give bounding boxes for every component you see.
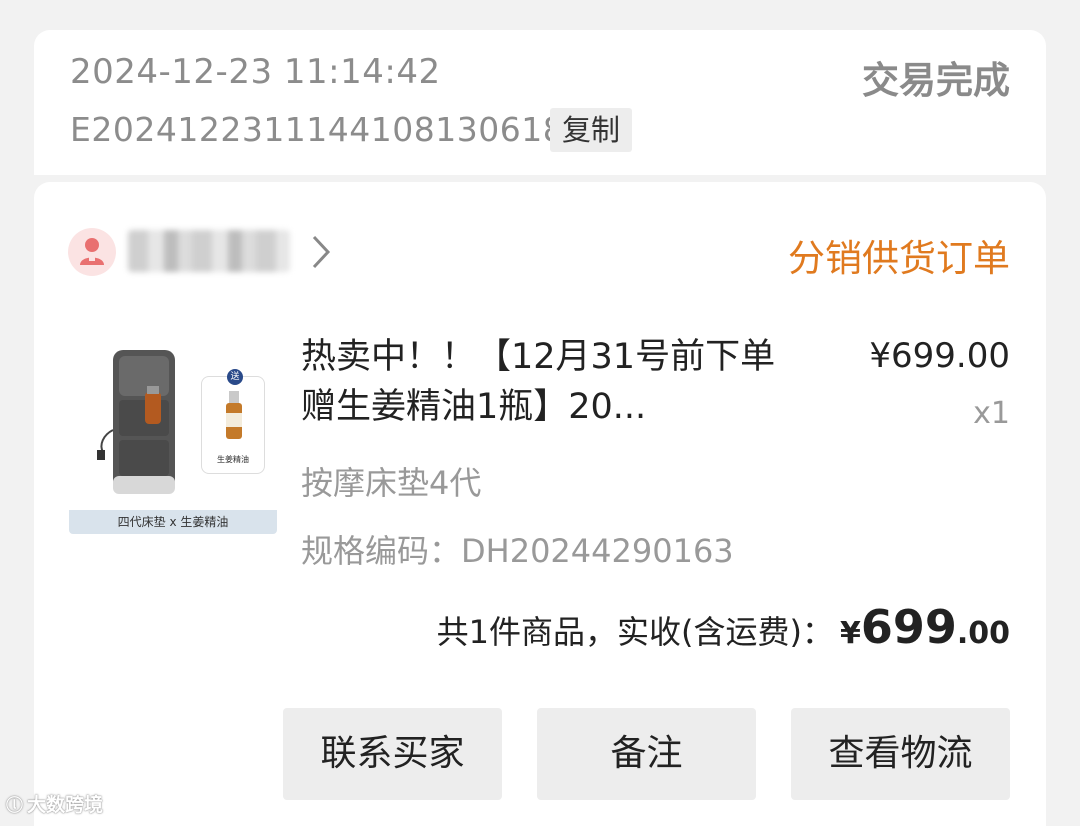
buyer-name-blurred[interactable]: ████ [128,230,290,272]
note-button[interactable]: 备注 [537,708,756,800]
user-icon [80,238,104,265]
product-title[interactable]: 热卖中！！【12月31号前下单赠生姜精油1瓶】20... [301,332,781,432]
product-price: ¥699.00 [869,336,1010,376]
watermark-text: 大数跨境 [27,794,104,816]
total-amount-integer: 699 [860,600,957,654]
total-currency: ¥ [839,616,861,651]
gift-label: 生姜精油 [217,455,249,464]
product-variant: 按摩床垫4代 [301,464,482,502]
order-total: 共1件商品，实收(含运费)： ¥699.00 [437,600,1010,654]
order-number: E20241223111441081306181 [70,110,586,149]
order-detail-card: ████ 分销供货订单 送 生姜精油 四代床垫 x 生姜精油 热卖中！！【 [34,182,1046,826]
thumbnail-caption: 四代床垫 x 生姜精油 [69,510,277,534]
order-datetime: 2024-12-23 11:14:42 [70,52,441,92]
chevron-right-icon[interactable] [310,234,332,270]
view-logistics-button[interactable]: 查看物流 [791,708,1010,800]
oil-bottle-image [226,391,242,439]
gift-item: 送 生姜精油 [201,369,265,474]
order-type-label: 分销供货订单 [788,237,1010,280]
buyer-avatar[interactable] [68,228,116,276]
watermark-logo-icon: ⓛ [6,796,23,816]
gift-badge: 送 [227,369,243,385]
product-quantity: x1 [973,396,1010,431]
copy-button[interactable]: 复制 [550,108,633,152]
order-header-card: 2024-12-23 11:14:42 交易完成 E20241223111441… [34,30,1046,175]
product-thumbnail[interactable]: 送 生姜精油 四代床垫 x 生姜精油 [69,340,277,534]
total-label: 共1件商品，实收(含运费)： [436,613,834,651]
order-status: 交易完成 [862,59,1010,102]
contact-buyer-button[interactable]: 联系买家 [283,708,502,800]
total-amount-decimal: .00 [956,616,1010,651]
product-sku: 规格编码：DH20244290163 [301,532,734,570]
watermark: ⓛ 大数跨境 [6,790,103,817]
